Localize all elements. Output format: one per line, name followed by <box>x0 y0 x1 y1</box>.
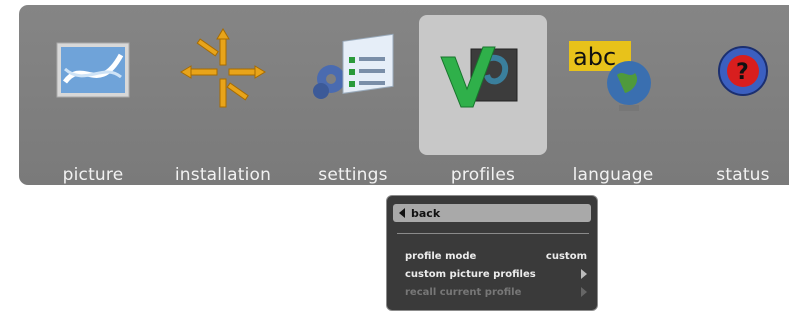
svg-text:?: ? <box>736 60 749 85</box>
chevron-right-icon <box>581 287 587 297</box>
menu-item-status[interactable]: ? status <box>679 15 789 185</box>
divider <box>397 233 589 234</box>
custom-picture-profiles-row[interactable]: custom picture profiles <box>405 266 587 282</box>
menu-item-language[interactable]: abc language <box>549 15 677 185</box>
recall-current-profile-label: recall current profile <box>405 286 522 298</box>
settings-icon <box>313 33 394 99</box>
menu-item-label: status <box>716 165 770 185</box>
status-icon: ? <box>718 46 768 96</box>
back-arrow-icon <box>399 208 405 218</box>
back-label: back <box>411 206 441 220</box>
main-menu-bar: picture installation settings profiles a… <box>19 5 789 185</box>
menu-item-profiles[interactable]: profiles <box>419 15 547 185</box>
menu-item-installation[interactable]: installation <box>159 15 287 185</box>
menu-item-label: settings <box>318 165 388 185</box>
profile-mode-row[interactable]: profile mode custom <box>405 248 587 264</box>
back-button[interactable]: back <box>393 204 591 222</box>
profiles-submenu: back profile mode custom custom picture … <box>386 195 598 311</box>
menu-item-settings[interactable]: settings <box>289 15 417 185</box>
picture-icon <box>56 42 130 98</box>
menu-item-label: installation <box>174 165 272 185</box>
installation-icon <box>180 28 266 108</box>
menu-item-label: profiles <box>450 165 516 185</box>
profiles-icon <box>440 46 518 108</box>
language-icon: abc <box>569 41 651 111</box>
profile-mode-label: profile mode <box>405 250 477 262</box>
menu-item-label: language <box>572 165 654 185</box>
language-icon-text: abc <box>573 43 616 71</box>
profile-mode-value: custom <box>545 250 587 262</box>
menu-item-label: picture <box>62 165 124 185</box>
custom-picture-profiles-label: custom picture profiles <box>405 268 536 280</box>
chevron-right-icon <box>581 269 587 279</box>
menu-item-picture[interactable]: picture <box>29 15 157 185</box>
recall-current-profile-row: recall current profile <box>405 284 587 300</box>
